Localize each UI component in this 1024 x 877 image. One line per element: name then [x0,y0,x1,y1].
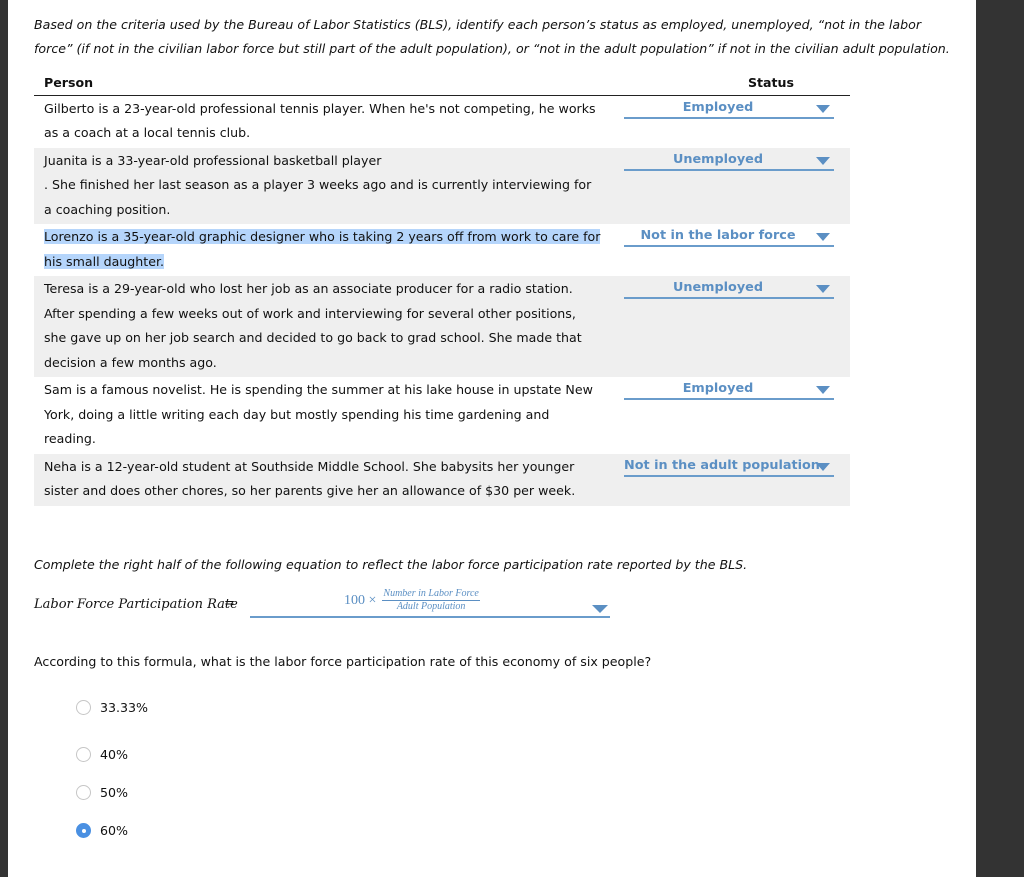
answer-option-40[interactable]: 40% [76,735,148,773]
option-label: 50% [100,784,128,800]
radio-button[interactable] [76,746,91,762]
formula-numerator: Number in Labor Force [382,588,480,601]
formula-multiplier: 100 × [344,592,377,608]
answer-option-33-33[interactable]: 33.33% [76,697,148,717]
table-row: Neha is a 12-year-old student at Southsi… [34,453,850,506]
table-row: Sam is a famous novelist. He is spending… [34,377,850,454]
equation-label: Labor Force Participation Rate [34,597,238,612]
dropdown-value: Employed [682,99,754,115]
dropdown-arrow-icon[interactable] [592,605,608,613]
option-label: 33.33% [100,699,149,715]
table-row: Juanita is a 33-year-old professional ba… [34,147,850,224]
table-row: Lorenzo is a 35-year-old graphic designe… [34,224,850,276]
status-column-header: Status [612,72,850,96]
status-dropdown-lorenzo[interactable]: Not in the labor force [624,225,834,247]
status-dropdown-neha[interactable]: Not in the adult population [624,455,834,477]
answer-option-60[interactable]: 60% [76,811,148,849]
person-description-line1: Juanita is a 33-year-old professional ba… [44,152,382,168]
formula-denominator: Adult Population [396,601,466,612]
dropdown-value: Unemployed [672,151,764,167]
radio-button[interactable] [76,699,91,715]
dropdown-value: Not in the labor force [640,228,796,243]
dropdown-value: Unemployed [672,280,764,295]
status-dropdown-sam[interactable]: Employed [624,378,834,400]
equals-sign: = [224,596,235,611]
right-frame-panel [976,0,1024,877]
radio-button-selected[interactable] [76,822,91,838]
person-column-header: Person [34,72,612,96]
status-dropdown-juanita[interactable]: Unemployed [624,149,834,171]
person-description: Teresa is a 29-year-old who lost her job… [34,276,612,377]
question-page: Based on the criteria used by the Bureau… [8,0,976,877]
answer-option-50[interactable]: 50% [76,773,148,811]
answer-options: 33.33% 40% 50% 60% [76,697,148,849]
radio-button[interactable] [76,784,91,800]
dropdown-arrow-icon[interactable] [816,233,830,241]
question-text: According to this formula, what is the l… [34,654,652,669]
status-table: Person Status Gilberto is a 23-year-old … [34,72,850,506]
selected-text: Lorenzo is a 35-year-old graphic designe… [44,229,601,269]
formula-fraction: Number in Labor Force Adult Population [382,588,480,613]
dropdown-arrow-icon[interactable] [816,462,830,471]
status-dropdown-gilberto[interactable]: Employed [624,97,834,119]
formula-value: 100 × Number in Labor Force Adult Popula… [344,588,480,613]
option-label: 40% [100,746,128,762]
dropdown-arrow-icon[interactable] [816,156,830,165]
table-row: Gilberto is a 23-year-old professional t… [34,95,850,148]
person-description: Gilberto is a 23-year-old professional t… [44,100,596,141]
dropdown-value: Employed [682,381,754,396]
left-frame-edge [0,0,8,877]
table-header-row: Person Status [34,72,850,96]
table-row: Teresa is a 29-year-old who lost her job… [34,276,850,377]
equation-prompt: Complete the right half of the following… [34,557,748,572]
formula-dropdown[interactable]: 100 × Number in Labor Force Adult Popula… [250,588,610,618]
person-description: Neha is a 12-year-old student at Southsi… [34,453,612,506]
person-description-rest: . She finished her last season as a play… [44,177,592,217]
instructions-text: Based on the criteria used by the Bureau… [34,17,950,56]
person-description: Juanita is a 33-year-old professional ba… [34,147,612,224]
person-description: Sam is a famous novelist. He is spending… [44,382,593,446]
status-dropdown-teresa[interactable]: Unemployed [624,277,834,299]
dropdown-arrow-icon[interactable] [816,386,830,394]
option-label: 60% [100,822,128,838]
person-description: Lorenzo is a 35-year-old graphic designe… [34,224,612,276]
dropdown-value: Not in the adult population [624,457,820,473]
dropdown-arrow-icon[interactable] [816,285,830,293]
dropdown-arrow-icon[interactable] [816,104,830,113]
